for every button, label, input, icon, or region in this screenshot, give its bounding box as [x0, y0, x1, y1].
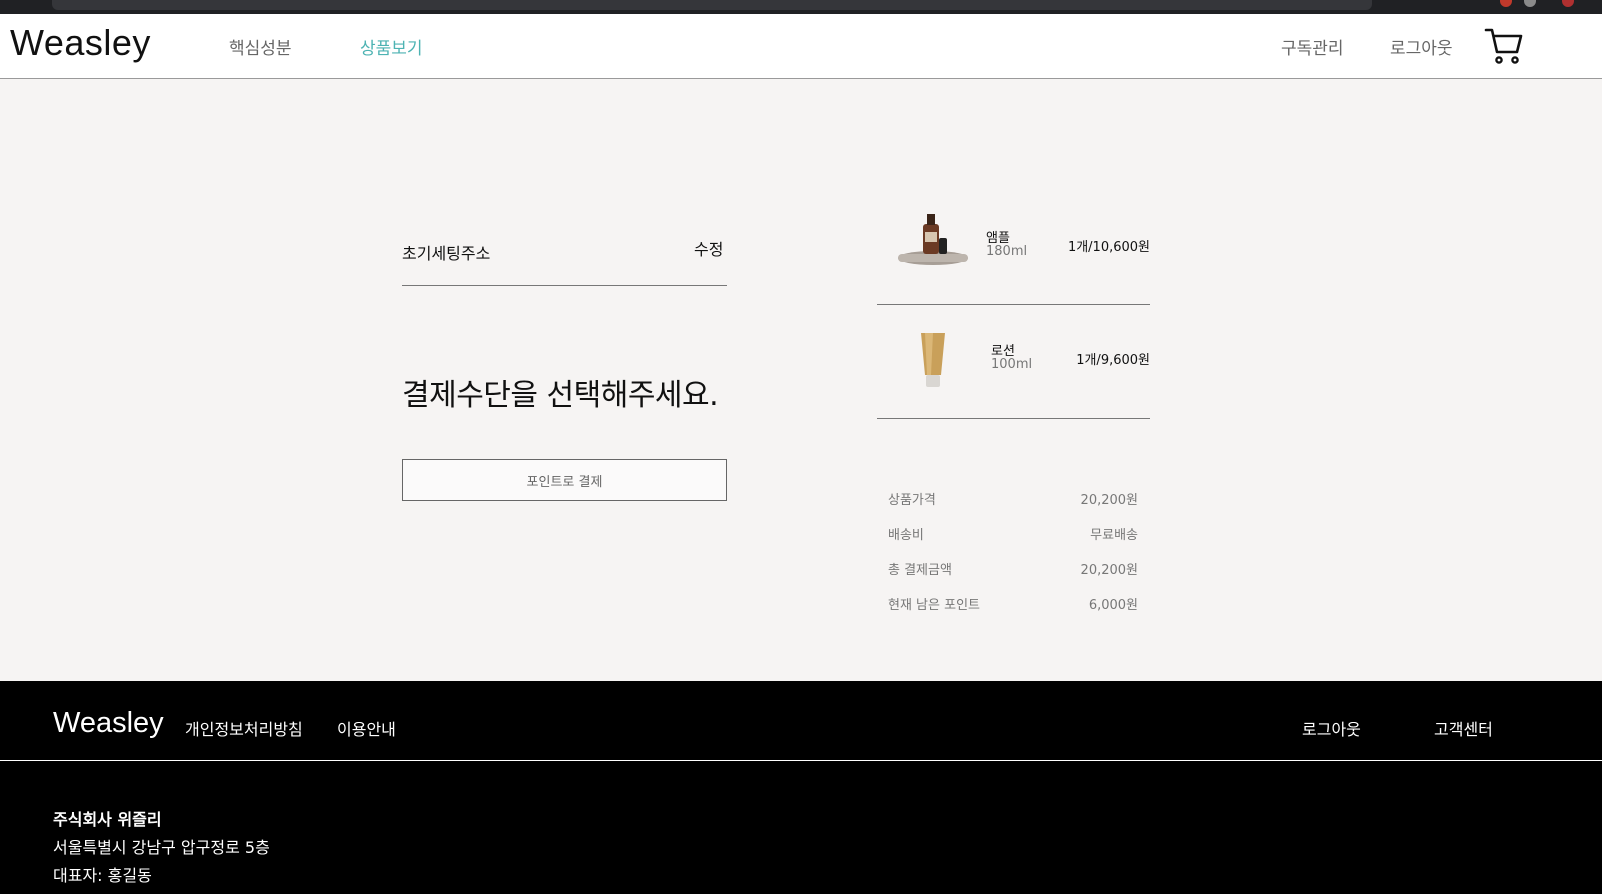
nav-products[interactable]: 상품보기 [360, 34, 423, 59]
divider [402, 285, 727, 286]
profile-icon[interactable] [1562, 0, 1574, 7]
checkout-main: 초기세팅주소 수정 결제수단을 선택해주세요. 포인트로 결제 앰플 180ml… [0, 80, 1602, 681]
company-address: 서울특별시 강남구 압구정로 5층 [53, 838, 270, 857]
summary-value: 20,200원 [1080, 563, 1138, 578]
nav-logout[interactable]: 로그아웃 [1390, 34, 1453, 59]
divider [877, 418, 1150, 419]
summary-label: 배송비 [888, 528, 924, 543]
summary-value: 6,000원 [1088, 598, 1138, 613]
pay-with-points-button[interactable]: 포인트로 결제 [402, 459, 727, 501]
footer-link-privacy[interactable]: 개인정보처리방침 [185, 716, 303, 740]
footer-logo[interactable]: Weasley [53, 707, 164, 740]
nav-ingredients[interactable]: 핵심성분 [229, 34, 292, 59]
extension-icon[interactable] [1524, 0, 1536, 7]
logo[interactable]: Weasley [10, 22, 151, 64]
shipping-address-label: 초기세팅주소 [402, 244, 491, 263]
footer-link-logout[interactable]: 로그아웃 [1302, 716, 1361, 740]
footer-link-guide[interactable]: 이용안내 [337, 716, 396, 740]
nav-subscription[interactable]: 구독관리 [1281, 34, 1344, 59]
summary-label: 상품가격 [888, 493, 936, 508]
summary-label: 총 결제금액 [888, 563, 952, 578]
divider [0, 760, 1602, 761]
cart-item: 앰플 180ml 1개/10,600원 [877, 210, 1150, 290]
summary-value: 20,200원 [1080, 493, 1138, 508]
address-bar[interactable] [52, 0, 1372, 10]
cart-item: 로션 100ml 1개/9,600원 [877, 326, 1150, 396]
browser-chrome [0, 0, 1602, 14]
item-price: 1개/9,600원 [1076, 353, 1150, 368]
company-name: 주식회사 위즐리 [53, 810, 162, 829]
lotion-product-image [921, 333, 945, 387]
extension-icon[interactable] [1500, 0, 1512, 7]
payment-method-title: 결제수단을 선택해주세요. [402, 378, 719, 413]
company-ceo: 대표자: 홍길동 [53, 866, 152, 885]
summary-label: 현재 남은 포인트 [888, 598, 980, 613]
footer-link-support[interactable]: 고객센터 [1434, 716, 1493, 740]
item-volume: 180ml [986, 244, 1028, 259]
divider [877, 304, 1150, 305]
edit-address-button[interactable]: 수정 [694, 236, 723, 260]
item-price: 1개/10,600원 [1067, 240, 1150, 255]
item-volume: 100ml [991, 357, 1033, 372]
footer: Weasley 개인정보처리방침 이용안내 로그아웃 고객센터 주식회사 위즐리… [0, 681, 1602, 894]
cart-icon[interactable] [1484, 26, 1524, 66]
summary-value: 무료배송 [1090, 528, 1138, 543]
ampoule-product-image [898, 214, 968, 265]
top-navigation: Weasley 핵심성분 상품보기 구독관리 로그아웃 [0, 14, 1602, 79]
